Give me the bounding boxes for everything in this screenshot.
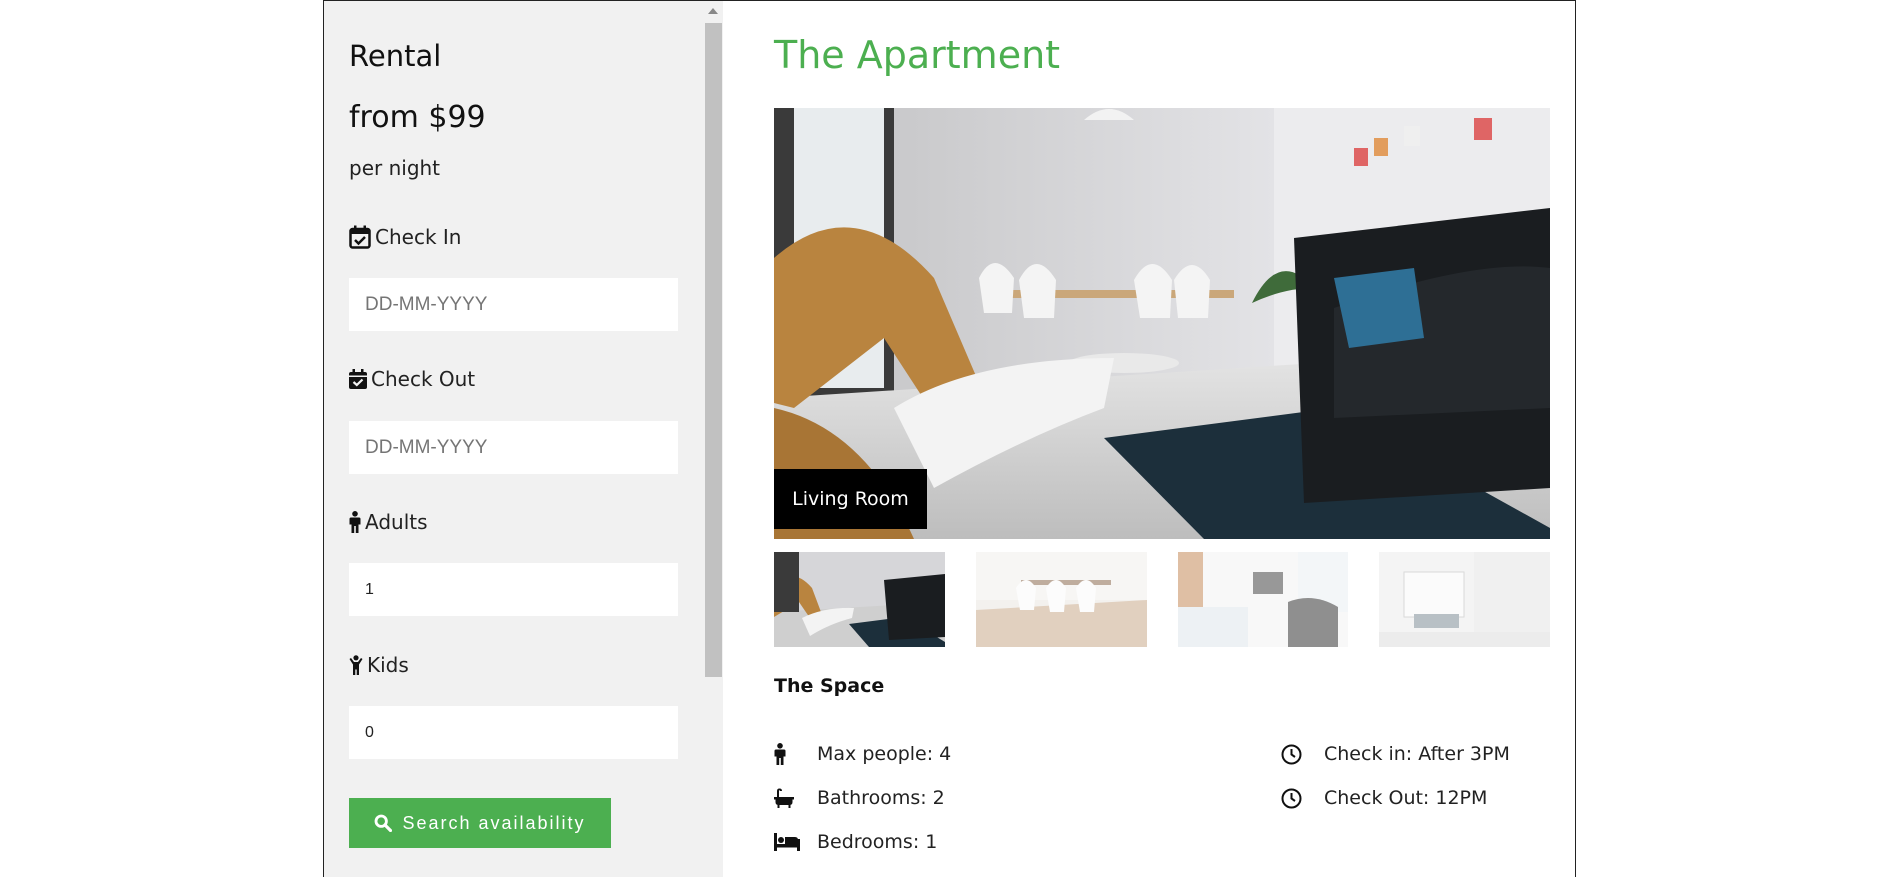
bed-icon xyxy=(774,833,800,851)
check-out-label: Check Out xyxy=(349,367,475,391)
check-out-label-text: Check Out xyxy=(371,367,476,391)
thumbnail-bedroom[interactable] xyxy=(1177,552,1349,647)
price: from $99 xyxy=(349,100,486,135)
check-in-label: Check In xyxy=(349,225,461,249)
rental-title: Rental xyxy=(349,39,442,73)
check-in-input[interactable] xyxy=(349,278,678,331)
check-out-input[interactable] xyxy=(349,421,678,474)
search-availability-button[interactable]: Search availability xyxy=(349,798,611,848)
amenity-max-people: Max people: 4 xyxy=(774,743,951,765)
hero-caption: Living Room xyxy=(774,469,927,529)
adults-input[interactable] xyxy=(349,563,678,616)
bath-icon xyxy=(774,788,794,808)
thumbnail-dining-room[interactable] xyxy=(975,552,1147,647)
search-icon xyxy=(375,814,393,832)
check-in-label-text: Check In xyxy=(375,225,462,249)
space-section-title: The Space xyxy=(774,675,885,697)
clock-icon xyxy=(1281,744,1302,764)
calendar-check-solid-icon xyxy=(349,369,367,389)
page-frame: Rental from $99 per night Check In DD-MM… xyxy=(323,0,1576,877)
hero-image-living-room: Living Room xyxy=(774,108,1550,539)
amenity-bathrooms-text: Bathrooms: 2 xyxy=(817,787,945,809)
page-title: The Apartment xyxy=(774,33,1061,77)
thumbnail-window-corner[interactable] xyxy=(1379,552,1550,647)
kids-input[interactable] xyxy=(349,706,678,759)
male-icon xyxy=(349,511,361,533)
amenity-bedrooms-text: Bedrooms: 1 xyxy=(817,831,938,853)
scroll-up-arrow-icon[interactable] xyxy=(708,8,718,14)
sidebar-scrollbar[interactable] xyxy=(704,6,723,877)
amenity-bathrooms: Bathrooms: 2 xyxy=(774,787,945,809)
amenity-check-in-time: Check in: After 3PM xyxy=(1281,743,1510,765)
per-night-label: per night xyxy=(349,156,441,180)
amenity-check-out-time-text: Check Out: 12PM xyxy=(1324,787,1488,809)
kids-label-text: Kids xyxy=(367,653,409,677)
amenity-max-people-text: Max people: 4 xyxy=(817,743,952,765)
male-icon xyxy=(774,743,786,765)
calendar-check-icon xyxy=(349,225,371,249)
amenity-check-in-time-text: Check in: After 3PM xyxy=(1324,743,1510,765)
amenity-check-out-time: Check Out: 12PM xyxy=(1281,787,1487,809)
main-content: The Apartment Living Room The Space Max … xyxy=(774,1,1552,877)
search-availability-label: Search availability xyxy=(402,812,586,833)
adults-label: Adults xyxy=(349,510,428,534)
child-icon xyxy=(349,655,363,675)
kids-label: Kids xyxy=(349,653,409,677)
booking-sidebar: Rental from $99 per night Check In DD-MM… xyxy=(324,1,723,877)
scroll-thumb[interactable] xyxy=(705,23,722,677)
amenity-bedrooms: Bedrooms: 1 xyxy=(774,831,937,853)
adults-label-text: Adults xyxy=(365,510,428,534)
thumbnail-living-room[interactable] xyxy=(774,552,945,647)
thumbnail-strip xyxy=(774,552,1550,647)
clock-icon xyxy=(1281,788,1302,808)
